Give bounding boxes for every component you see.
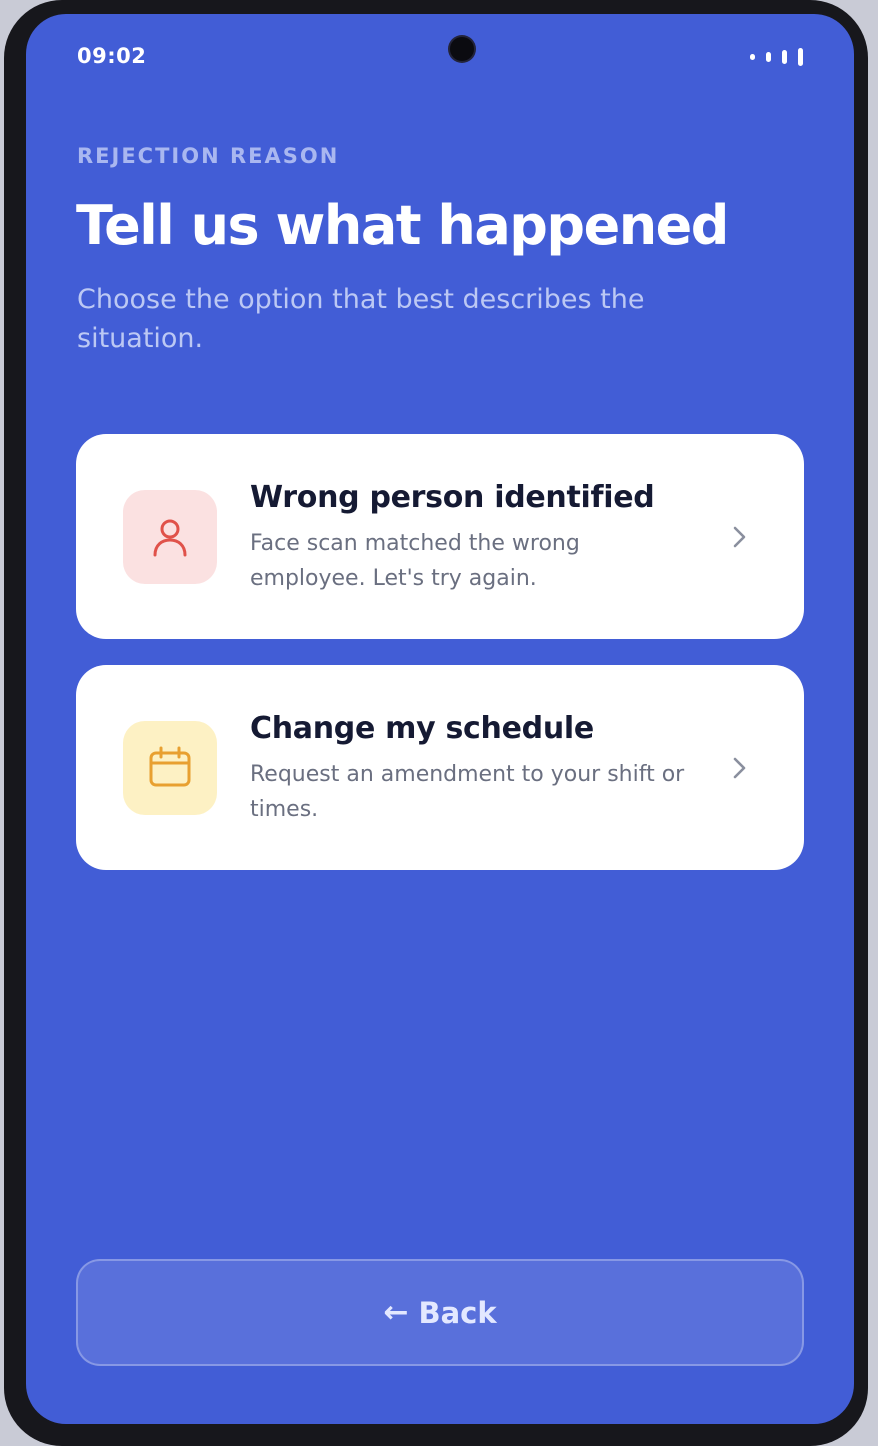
option-title: Wrong person identified [250,480,655,515]
app-screen: 09:02 REJECTION REASON Tell us what happ… [26,14,854,1424]
user-icon [123,490,217,584]
device-frame: 09:02 REJECTION REASON Tell us what happ… [4,0,868,1446]
arrow-left-icon: ← [383,1295,409,1330]
front-camera [450,37,474,61]
option-wrong-person[interactable]: Wrong person identified Face scan matche… [76,434,804,639]
chevron-right-icon [733,757,746,779]
page-title: Tell us what happened [76,194,729,257]
option-title: Change my schedule [250,711,594,746]
back-button[interactable]: ← Back [76,1259,804,1366]
option-description: Request an amendment to your shift or ti… [250,762,685,822]
page-subtitle: Choose the option that best describes th… [77,284,645,354]
signal-icon [748,48,808,66]
option-change-schedule[interactable]: Change my schedule Request an amendment … [76,665,804,870]
status-time: 09:02 [77,44,147,68]
section-eyebrow: REJECTION REASON [77,144,340,168]
chevron-right-icon [733,526,746,548]
back-label: Back [418,1295,497,1330]
calendar-icon [123,721,217,815]
option-description: Face scan matched the wrong employee. Le… [250,531,580,591]
